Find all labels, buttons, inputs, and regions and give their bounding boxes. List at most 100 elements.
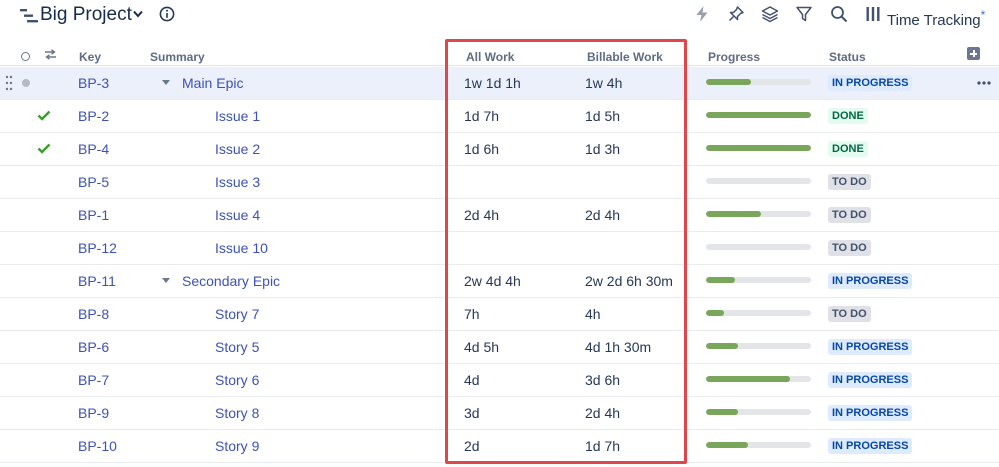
issue-summary-link[interactable]: Issue 10	[215, 232, 268, 264]
status-badge[interactable]: IN PROGRESS	[828, 372, 913, 388]
issue-summary-link[interactable]: Story 7	[215, 298, 259, 330]
status-badge[interactable]: IN PROGRESS	[828, 339, 913, 355]
progress-bar	[706, 310, 811, 316]
column-header-summary[interactable]: Summary	[150, 50, 205, 64]
status-badge[interactable]: IN PROGRESS	[828, 405, 913, 421]
progress-bar-fill	[706, 79, 751, 85]
table-header: Key Summary All Work Billable Work Progr…	[0, 44, 999, 66]
status-badge[interactable]: TO DO	[828, 207, 871, 223]
all-work-value: 7h	[464, 306, 480, 322]
progress-bar-fill	[706, 211, 761, 217]
status-badge[interactable]: IN PROGRESS	[828, 273, 913, 289]
status-badge[interactable]: TO DO	[828, 174, 871, 190]
chevron-down-icon[interactable]	[133, 10, 143, 18]
progress-bar-fill	[706, 442, 748, 448]
collapse-toggle-icon[interactable]	[162, 80, 170, 85]
all-work-value: 2w 4d 4h	[464, 273, 521, 289]
issue-summary-link[interactable]: Issue 1	[215, 100, 260, 132]
column-header-status[interactable]: Status	[829, 50, 866, 64]
issue-key-link[interactable]: BP-3	[78, 67, 109, 99]
issue-summary-link[interactable]: Secondary Epic	[182, 265, 280, 297]
issue-key-link[interactable]: BP-8	[78, 298, 109, 330]
issue-summary-link[interactable]: Story 6	[215, 364, 259, 396]
status-badge[interactable]: DONE	[828, 141, 868, 157]
status-badge[interactable]: IN PROGRESS	[828, 75, 913, 91]
progress-bar	[706, 211, 811, 217]
view-modified-marker: *	[980, 8, 986, 22]
table-row[interactable]: BP-2 Issue 1 1d 7h 1d 5h DONE	[0, 100, 999, 133]
table-row[interactable]: BP-6 Story 5 4d 5h 4d 1h 30m IN PROGRESS	[0, 331, 999, 364]
table-row[interactable]: BP-7 Story 6 4d 3d 6h IN PROGRESS	[0, 364, 999, 397]
progress-bar	[706, 145, 811, 151]
issue-key-link[interactable]: BP-6	[78, 331, 109, 363]
status-badge[interactable]: TO DO	[828, 306, 871, 322]
table-row[interactable]: BP-3 Main Epic 1w 1d 1h 1w 4h IN PROGRESS	[0, 67, 999, 100]
progress-bar	[706, 244, 811, 250]
progress-bar	[706, 376, 811, 382]
table-row[interactable]: BP-4 Issue 2 1d 6h 1d 3h DONE	[0, 133, 999, 166]
structure-icon	[20, 9, 38, 23]
issue-key-link[interactable]: BP-11	[78, 265, 116, 297]
issue-summary-link[interactable]: Issue 2	[215, 133, 260, 165]
view-name-label: Time Tracking	[887, 12, 981, 29]
billable-work-value: 1w 4h	[585, 75, 623, 91]
progress-bar-fill	[706, 310, 724, 316]
table-row[interactable]: BP-10 Story 9 2d 1d 7h IN PROGRESS	[0, 430, 999, 463]
issue-summary-link[interactable]: Story 5	[215, 331, 259, 363]
table-row[interactable]: BP-11 Secondary Epic 2w 4d 4h 2w 2d 6h 30m I…	[0, 265, 999, 298]
table-row[interactable]: BP-12 Issue 10 TO DO	[0, 232, 999, 265]
circle-icon	[21, 52, 30, 61]
issue-summary-link[interactable]: Issue 4	[215, 199, 260, 231]
issue-key-link[interactable]: BP-1	[78, 199, 109, 231]
billable-work-value: 1d 7h	[585, 438, 621, 454]
row-marker-dot	[22, 79, 30, 87]
issue-summary-link[interactable]: Main Epic	[182, 67, 243, 99]
table-row[interactable]: BP-8 Story 7 7h 4h TO DO	[0, 298, 999, 331]
column-header-billable-work[interactable]: Billable Work	[587, 50, 663, 64]
search-icon[interactable]	[830, 5, 848, 23]
layers-icon[interactable]	[761, 5, 779, 23]
more-icon[interactable]	[976, 75, 992, 91]
status-badge[interactable]: DONE	[828, 108, 868, 124]
progress-bar-fill	[706, 343, 738, 349]
issue-key-link[interactable]: BP-2	[78, 100, 109, 132]
progress-bar	[706, 277, 811, 283]
progress-bar	[706, 442, 811, 448]
pin-icon[interactable]	[727, 5, 745, 23]
status-badge[interactable]: IN PROGRESS	[828, 438, 913, 454]
add-column-icon[interactable]	[967, 47, 980, 60]
filter-icon[interactable]	[795, 5, 813, 23]
column-header-all-work[interactable]: All Work	[466, 50, 514, 64]
issue-key-link[interactable]: BP-12	[78, 232, 117, 264]
info-icon[interactable]	[159, 6, 175, 22]
all-work-value: 1d 7h	[464, 108, 500, 124]
issue-summary-link[interactable]: Story 8	[215, 397, 259, 429]
view-selector[interactable]: Time Tracking*	[887, 6, 985, 30]
swap-arrows-icon[interactable]	[44, 49, 57, 60]
issue-summary-link[interactable]: Issue 3	[215, 166, 260, 198]
issue-summary-link[interactable]: Story 9	[215, 430, 259, 462]
column-header-key[interactable]: Key	[79, 50, 101, 64]
progress-bar-fill	[706, 409, 738, 415]
drag-handle-icon[interactable]	[5, 74, 13, 92]
issue-key-link[interactable]: BP-7	[78, 364, 109, 396]
billable-work-value: 1d 3h	[585, 141, 621, 157]
issue-key-link[interactable]: BP-9	[78, 397, 109, 429]
table-row[interactable]: BP-5 Issue 3 TO DO	[0, 166, 999, 199]
status-badge[interactable]: TO DO	[828, 240, 871, 256]
issue-key-link[interactable]: BP-5	[78, 166, 109, 198]
columns-icon[interactable]	[866, 6, 880, 22]
progress-bar-fill	[706, 145, 811, 151]
project-title[interactable]: Big Project	[40, 3, 132, 27]
issue-key-link[interactable]: BP-10	[78, 430, 117, 462]
billable-work-value: 3d 6h	[585, 372, 621, 388]
table-row[interactable]: BP-9 Story 8 3d 2d 4h IN PROGRESS	[0, 397, 999, 430]
billable-work-value: 2d 4h	[585, 207, 621, 223]
lightning-icon[interactable]	[693, 5, 711, 23]
billable-work-value: 1d 5h	[585, 108, 621, 124]
table-row[interactable]: BP-1 Issue 4 2d 4h 2d 4h TO DO	[0, 199, 999, 232]
issue-key-link[interactable]: BP-4	[78, 133, 109, 165]
collapse-toggle-icon[interactable]	[162, 278, 170, 283]
column-header-progress[interactable]: Progress	[708, 50, 760, 64]
billable-work-value: 4d 1h 30m	[585, 339, 652, 355]
